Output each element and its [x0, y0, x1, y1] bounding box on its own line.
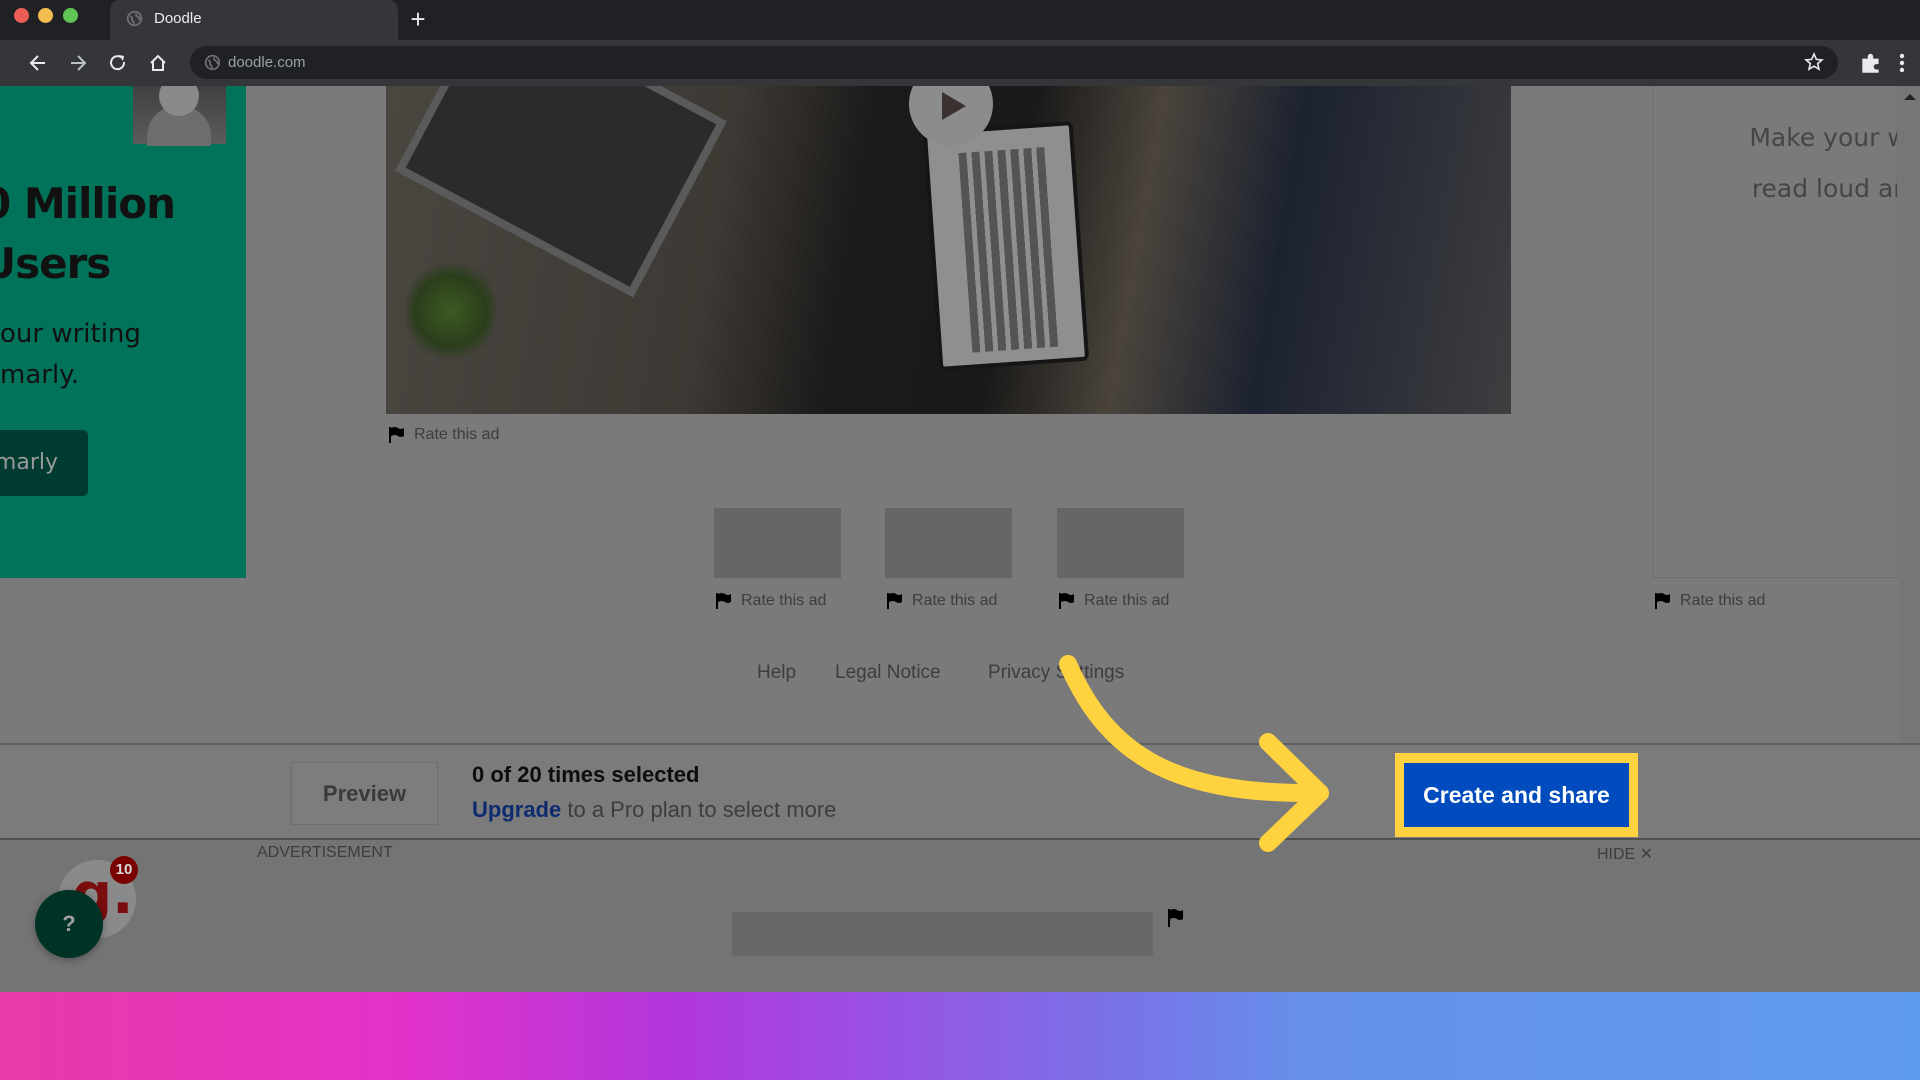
flag-icon [389, 427, 404, 443]
right-ad-banner[interactable]: Make your wri read loud and [1652, 86, 1898, 578]
upgrade-message: Upgrade to a Pro plan to select more [472, 797, 837, 822]
footer-link-legal-notice[interactable]: Legal Notice [835, 662, 941, 684]
new-tab-button[interactable]: + [406, 4, 430, 34]
url-text: doodle.com [228, 54, 306, 71]
rate-ad-link[interactable]: Rate this ad [388, 426, 499, 444]
upgrade-link[interactable]: Upgrade [472, 797, 561, 822]
scroll-up-arrow-icon[interactable] [1904, 94, 1916, 100]
advertisement-label: ADVERTISEMENT [257, 844, 393, 861]
footer-link-help[interactable]: Help [757, 662, 796, 684]
mini-ad-slot[interactable] [1057, 508, 1184, 578]
preview-button[interactable]: Preview [291, 762, 438, 825]
address-bar[interactable]: doodle.com [190, 46, 1838, 79]
hide-ad-button[interactable]: HIDE ✕ [1597, 844, 1653, 864]
desktop-background [0, 992, 1920, 1080]
home-button[interactable] [144, 49, 172, 77]
bottom-ad-strip: ADVERTISEMENT HIDE ✕ g. 10 ? [0, 840, 1920, 992]
flag-icon[interactable] [1167, 908, 1185, 928]
play-icon [942, 92, 966, 120]
notification-badge: 10 [110, 856, 138, 884]
plant-image [406, 256, 496, 366]
flag-icon [716, 593, 731, 609]
home-icon [150, 54, 166, 71]
star-icon[interactable] [1804, 52, 1824, 72]
arrow-right-icon [71, 55, 87, 71]
flag-icon [1655, 593, 1670, 609]
browser-tab-bar: Doodle + [0, 0, 1920, 40]
ad-headline: 0 Million Users [0, 179, 176, 288]
globe-icon [126, 10, 143, 27]
rate-ad-link[interactable]: Rate this ad [1654, 592, 1765, 610]
window-close-button[interactable] [14, 8, 29, 23]
window-maximize-button[interactable] [63, 8, 78, 23]
poll-action-bar: Preview 0 of 20 times selected Upgrade t… [0, 743, 1920, 840]
bottom-ad-slot[interactable] [732, 912, 1153, 956]
browser-tab[interactable]: Doodle [110, 0, 398, 40]
help-button[interactable]: ? [35, 890, 103, 958]
back-button[interactable] [24, 49, 52, 77]
video-ad[interactable] [386, 86, 1511, 414]
tab-title: Doodle [154, 10, 202, 27]
tablet-image [922, 121, 1090, 371]
mini-ad-slot[interactable] [714, 508, 841, 578]
reload-icon [110, 55, 126, 71]
ad-cta-button[interactable]: marly [0, 430, 88, 496]
rate-ad-link[interactable]: Rate this ad [715, 592, 826, 610]
right-ad-text: Make your wri read loud and [1749, 123, 1897, 203]
flag-icon [1059, 593, 1074, 609]
forward-button[interactable] [64, 49, 92, 77]
browser-toolbar: doodle.com [0, 40, 1920, 86]
left-ad-banner[interactable]: 0 Million Users our writing marly. marly [0, 86, 246, 578]
mini-ad-slot[interactable] [885, 508, 1012, 578]
ad-subtext: our writing marly. [0, 319, 141, 390]
rate-ad-link[interactable]: Rate this ad [1058, 592, 1169, 610]
globe-icon [204, 54, 221, 71]
flag-icon [887, 593, 902, 609]
puzzle-icon[interactable] [1858, 50, 1884, 76]
ad-photo [133, 86, 226, 146]
create-and-share-button[interactable]: Create and share [1404, 763, 1629, 827]
kebab-menu-icon[interactable] [1894, 50, 1910, 76]
arrow-left-icon [29, 55, 45, 71]
window-minimize-button[interactable] [38, 8, 53, 23]
rate-ad-link[interactable]: Rate this ad [886, 592, 997, 610]
footer-link-privacy-settings[interactable]: Privacy Settings [988, 662, 1124, 684]
selection-status: 0 of 20 times selected [472, 762, 700, 787]
reload-button[interactable] [104, 49, 132, 77]
